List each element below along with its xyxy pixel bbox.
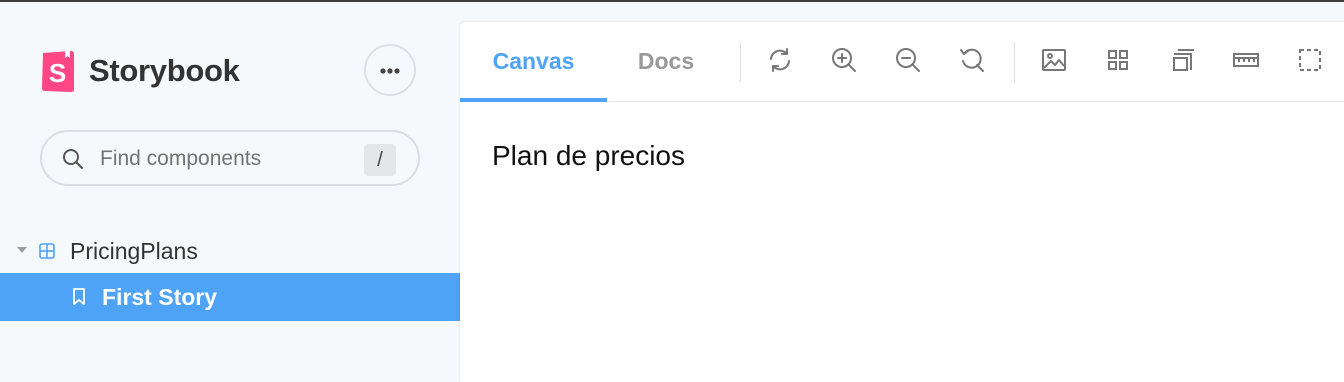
caret-down-icon [17, 247, 27, 253]
tree-item-first-story[interactable]: First Story [0, 273, 460, 321]
outline-button[interactable] [1294, 46, 1326, 78]
component-icon [39, 243, 55, 264]
toolbar-divider [1014, 42, 1015, 82]
sidebar-menu-button[interactable] [364, 44, 416, 96]
tab-canvas[interactable]: Canvas [460, 22, 607, 102]
toolbar: Canvas Docs [460, 22, 1344, 102]
zoom-out-icon [894, 46, 922, 79]
ellipsis-icon [380, 61, 400, 79]
svg-text:S: S [49, 58, 66, 88]
tree-group-pricingplans[interactable]: PricingPlans [0, 228, 460, 274]
tree-group-label: PricingPlans [70, 238, 198, 264]
zoom-reset-icon [958, 46, 986, 79]
zoom-reset-button[interactable] [956, 46, 988, 78]
search-shortcut-key: / [364, 144, 396, 176]
preview-panel: Canvas Docs Plan de precios [460, 22, 1344, 382]
search-box: / [40, 130, 420, 186]
storybook-logo-icon: S [40, 49, 77, 93]
zoom-in-icon [830, 46, 858, 79]
viewport-button[interactable] [1166, 46, 1198, 78]
refresh-button[interactable] [764, 46, 796, 78]
search-input[interactable] [98, 142, 372, 176]
background-button[interactable] [1038, 46, 1070, 78]
bookmark-icon [72, 288, 86, 311]
zoom-out-button[interactable] [892, 46, 924, 78]
background-icon [1040, 46, 1068, 79]
grid-button[interactable] [1102, 46, 1134, 78]
story-preview-text: Plan de precios [492, 140, 686, 171]
brand[interactable]: S Storybook [40, 49, 240, 93]
measure-button[interactable] [1230, 46, 1262, 78]
search-icon [62, 148, 84, 175]
measure-icon [1232, 46, 1260, 79]
toolbar-divider [740, 42, 741, 82]
tree-item-label: First Story [102, 284, 218, 310]
app-title: Storybook [89, 53, 240, 88]
viewport-icon [1168, 46, 1196, 79]
outline-icon [1296, 46, 1324, 79]
sidebar: S Storybook / [0, 2, 460, 382]
refresh-icon [766, 46, 794, 79]
grid-icon [1104, 46, 1132, 79]
tab-docs[interactable]: Docs [610, 22, 722, 101]
zoom-in-button[interactable] [828, 46, 860, 78]
